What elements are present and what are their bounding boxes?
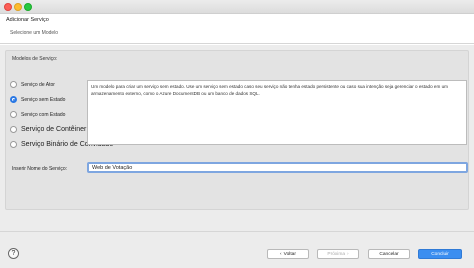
chevron-left-icon: ‹ [280,251,282,257]
dialog-footer: ? ‹ Voltar Próxima › Cancelar Concluir [0,231,474,268]
next-button[interactable]: Próxima › [317,249,359,259]
service-name-label: Inserir Nome do Serviço: [12,166,68,172]
radio-button[interactable] [10,111,17,118]
minimize-window-button[interactable] [14,3,22,11]
radio-option-actor[interactable]: Serviço de Ator [10,81,55,88]
help-icon[interactable]: ? [8,248,19,259]
settings-panel: Modelos de Serviço: Serviço de Ator Serv… [5,50,469,210]
radio-label: Serviço de Contêiner [21,126,87,133]
radio-option-container[interactable]: Serviço de Contêiner [10,126,86,133]
dialog-content: Modelos de Serviço: Serviço de Ator Serv… [0,45,474,231]
finish-button[interactable]: Concluir [418,249,462,259]
back-label: Voltar [283,251,296,257]
models-label: Modelos de Serviço: [12,56,58,62]
dialog-subtitle: Selecione um Modelo [10,30,59,36]
service-name-input[interactable] [87,162,468,173]
dialog-title: Adicionar Serviço [6,17,49,23]
radio-option-stateful[interactable]: Serviço com Estado [10,111,65,118]
radio-label: Serviço com Estado [21,111,66,118]
radio-button[interactable] [10,81,17,88]
radio-button[interactable] [10,126,17,133]
close-window-button[interactable] [4,3,12,11]
cancel-button[interactable]: Cancelar [368,249,410,259]
radio-label: Serviço sem Estado [21,96,66,103]
radio-option-stateless[interactable]: Serviço sem Estado [10,96,65,103]
finish-label: Concluir [431,251,449,257]
dialog-header: Adicionar Serviço Selecione um Modelo [0,14,474,44]
model-description: Um modelo para criar um serviço sem esta… [87,80,467,145]
maximize-window-button[interactable] [24,3,32,11]
window-titlebar [0,0,474,14]
radio-label: Serviço de Ator [21,81,55,88]
next-label: Próxima [327,251,345,257]
cancel-label: Cancelar [379,251,399,257]
chevron-right-icon: › [346,251,349,257]
radio-button[interactable] [10,141,17,148]
back-button[interactable]: ‹ Voltar [267,249,309,259]
radio-button-selected[interactable] [10,96,17,103]
